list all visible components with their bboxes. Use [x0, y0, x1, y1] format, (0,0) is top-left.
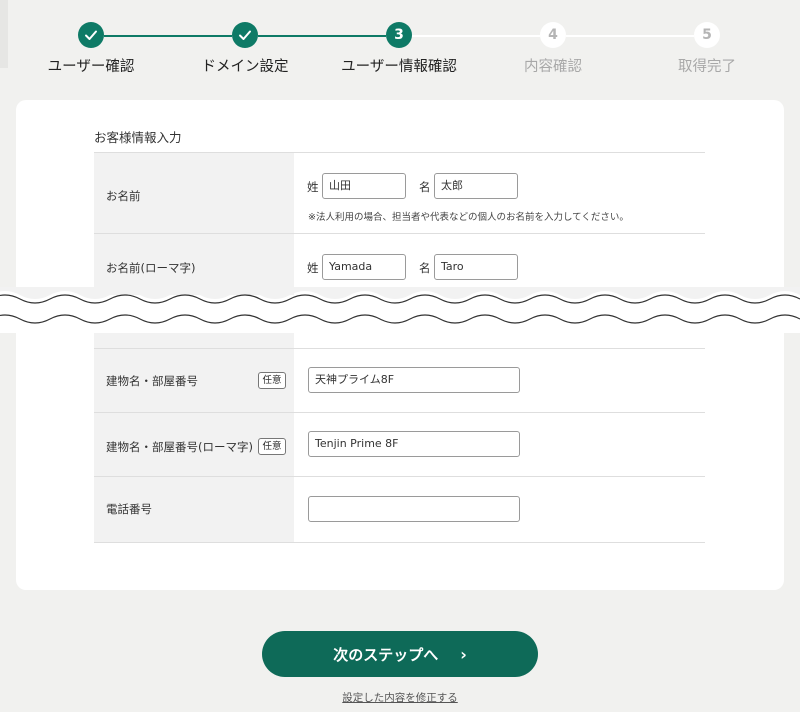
optional-badge: 任意 — [258, 372, 286, 389]
first-name-roman-input[interactable]: Taro — [434, 254, 518, 280]
step-2-check-icon — [232, 22, 258, 48]
step-1-check-icon — [78, 22, 104, 48]
building-roman-input[interactable]: Tenjin Prime 8F — [308, 431, 520, 457]
screenshot-cut — [0, 287, 800, 333]
phone-label: 電話番号 — [106, 502, 152, 516]
progress-stepper: 3 4 5 ユーザー確認 ドメイン設定 ユーザー情報確認 内容確認 取得完了 — [0, 0, 800, 90]
step-3-label: ユーザー情報確認 — [341, 59, 457, 75]
first-name-prefix: 名 — [419, 180, 431, 194]
form-row-building: 建物名・部屋番号 任意 天神プライム8F — [94, 348, 705, 413]
section-title: お客様情報入力 — [94, 130, 182, 145]
step-4-number: 4 — [540, 22, 566, 48]
building-label: 建物名・部屋番号 — [106, 374, 198, 388]
step-1-label: ユーザー確認 — [47, 59, 135, 75]
next-step-button[interactable]: 次のステップへ › — [262, 631, 538, 677]
step-4-label: 内容確認 — [524, 59, 582, 75]
first-name-roman-prefix: 名 — [419, 261, 431, 275]
form-row-phone: 電話番号 — [94, 476, 705, 543]
next-step-label: 次のステップへ — [333, 645, 439, 664]
form-row-building-roman: 建物名・部屋番号(ローマ字) 任意 Tenjin Prime 8F — [94, 412, 705, 477]
building-roman-label: 建物名・部屋番号(ローマ字) — [106, 440, 253, 454]
building-input[interactable]: 天神プライム8F — [308, 367, 520, 393]
step-3-number: 3 — [386, 22, 412, 48]
last-name-roman-input[interactable]: Yamada — [322, 254, 406, 280]
name-roman-label: お名前(ローマ字) — [106, 261, 196, 275]
name-note: ※法人利用の場合、担当者や代表などの個人のお名前を入力してください。 — [308, 212, 629, 223]
step-5-label: 取得完了 — [678, 59, 736, 75]
last-name-roman-prefix: 姓 — [307, 261, 319, 275]
name-label: お名前 — [106, 189, 141, 203]
step-connector — [412, 35, 540, 37]
step-2-label: ドメイン設定 — [201, 59, 289, 75]
form-row-name: お名前 姓 山田 名 太郎 ※法人利用の場合、担当者や代表などの個人のお名前を入… — [94, 152, 705, 234]
step-connector — [104, 35, 232, 37]
optional-badge: 任意 — [258, 438, 286, 455]
last-name-input[interactable]: 山田 — [322, 173, 406, 199]
step-5-number: 5 — [694, 22, 720, 48]
first-name-input[interactable]: 太郎 — [434, 173, 518, 199]
step-connector — [258, 35, 386, 37]
phone-input[interactable] — [308, 496, 520, 522]
last-name-prefix: 姓 — [307, 180, 319, 194]
step-connector — [566, 35, 694, 37]
chevron-right-icon: › — [460, 644, 467, 664]
edit-settings-link[interactable]: 設定した内容を修正する — [0, 690, 800, 705]
